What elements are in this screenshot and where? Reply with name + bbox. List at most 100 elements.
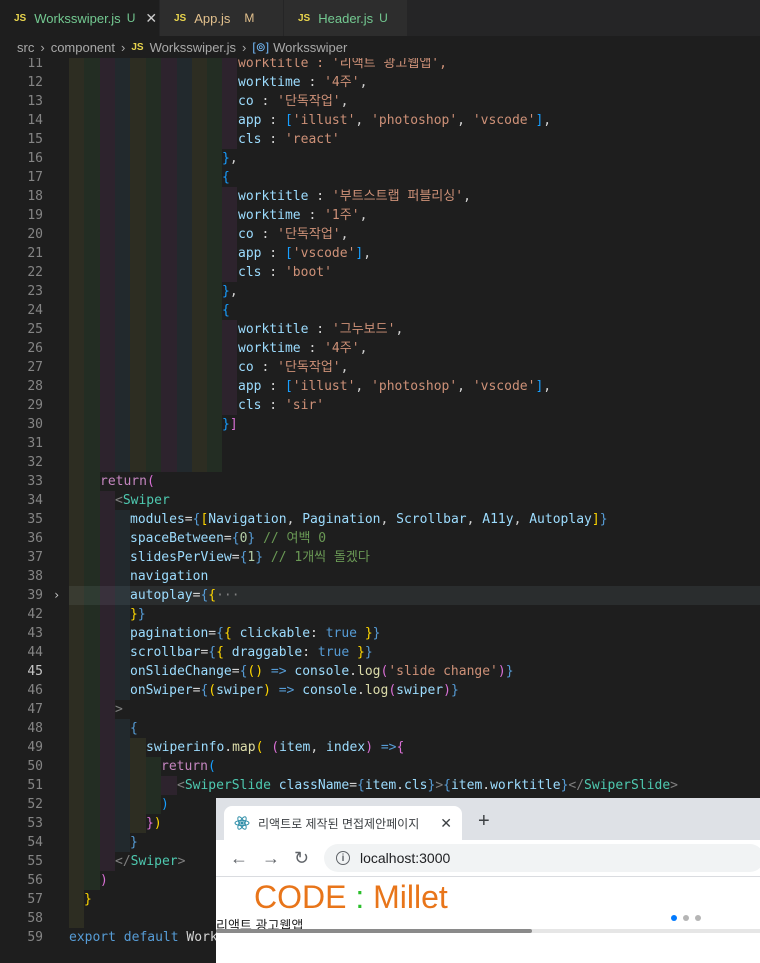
code-token: . <box>482 778 491 793</box>
code-token: ] <box>229 417 238 432</box>
code-line[interactable]: 25 worktitle : '그누보드', <box>0 320 760 339</box>
code-token: ( <box>208 683 217 698</box>
indent-guide <box>222 339 237 358</box>
code-line[interactable]: 26 worktime : '4주', <box>0 339 760 358</box>
code-token: : <box>253 360 278 375</box>
code-token: Swiper <box>122 493 170 508</box>
close-icon[interactable]: ✕ <box>145 10 157 27</box>
code-line[interactable]: 45 onSlideChange={() => console.log('slid… <box>0 662 760 681</box>
scrollbar-thumb[interactable] <box>216 929 532 933</box>
tab-label: Header.js <box>318 10 374 26</box>
indent-guide <box>84 244 100 263</box>
pagination-dot[interactable] <box>671 915 677 921</box>
code-line[interactable]: 22 cls : 'boot' <box>0 263 760 282</box>
indent-guide <box>115 529 130 548</box>
code-line[interactable]: 31 <box>0 434 760 453</box>
code-line[interactable]: 14 app : ['illust', 'photoshop', 'vscode'… <box>0 111 760 130</box>
code-line[interactable]: 35 modules={[Navigation, Pagination, Scro… <box>0 510 760 529</box>
code-line[interactable]: 44 scrollbar={{ draggable: true }} <box>0 643 760 662</box>
code-line[interactable]: 36 spaceBetween={0} // 여백 0 <box>0 529 760 548</box>
line-number: 22 <box>27 265 43 280</box>
close-icon[interactable]: ✕ <box>440 815 452 832</box>
line-number: 38 <box>27 569 43 584</box>
code-line[interactable]: 19 worktime : '1주', <box>0 206 760 225</box>
code-line[interactable]: 43 pagination={{ clickable: true }} <box>0 624 760 643</box>
indent-guide <box>130 814 146 833</box>
code-token: 'sir' <box>284 398 325 413</box>
indent-guide <box>84 510 100 529</box>
code-line[interactable]: 20 co : '단독작업', <box>0 225 760 244</box>
indent-guide <box>100 795 115 814</box>
code-line[interactable]: 24 { <box>0 301 760 320</box>
code-token: swiper <box>396 683 444 698</box>
editor-tab[interactable]: JS Header.js U <box>284 0 408 36</box>
breadcrumb-src[interactable]: src <box>17 40 34 55</box>
indent-guide <box>115 92 130 111</box>
indent-guide <box>192 92 207 111</box>
site-logo[interactable]: CODE : Millet <box>254 879 448 916</box>
line-number: 35 <box>27 512 43 527</box>
browser-tab[interactable]: 리액트로 제작된 면접제안페이지 ✕ <box>224 806 462 840</box>
code-line[interactable]: 18 worktitle : '부트스트랩 퍼블리싱', <box>0 187 760 206</box>
new-tab-button[interactable]: + <box>478 810 490 833</box>
breadcrumb-symbol[interactable]: Worksswiper <box>273 40 347 55</box>
code-line[interactable]: 34 <Swiper <box>0 491 760 510</box>
code-line[interactable]: 13 co : '단독작업', <box>0 92 760 111</box>
code-token: , <box>229 284 238 299</box>
fold-chevron-icon[interactable]: › <box>53 586 60 605</box>
code-line[interactable]: 28 app : ['illust', 'photoshop', 'vscode'… <box>0 377 760 396</box>
code-line[interactable]: 12 worktime : '4주', <box>0 73 760 92</box>
code-token: spaceBetween <box>130 531 224 546</box>
breadcrumb-file[interactable]: Worksswiper.js <box>150 40 236 55</box>
editor-tab[interactable]: JS App.js M <box>160 0 284 36</box>
code-line[interactable]: 51 <SwiperSlide className={item.cls}>{ite… <box>0 776 760 795</box>
address-bar[interactable]: i localhost:3000 <box>324 844 760 872</box>
code-token: worktitle <box>238 189 309 204</box>
symbol-icon: [⊚] <box>252 40 270 54</box>
code-token: . <box>224 740 233 755</box>
pagination-dot[interactable] <box>695 915 701 921</box>
code-line[interactable]: 30}] <box>0 415 760 434</box>
code-line[interactable]: 38 navigation <box>0 567 760 586</box>
code-token: clickable <box>239 626 311 641</box>
indent-guide <box>84 377 100 396</box>
code-token: log <box>364 683 389 698</box>
info-icon[interactable]: i <box>336 851 350 865</box>
code-line[interactable]: 32 <box>0 453 760 472</box>
code-line[interactable]: 42}} <box>0 605 760 624</box>
code-line[interactable]: 46 onSwiper={(swiper) => console.log(swip… <box>0 681 760 700</box>
code-line[interactable]: 16}, <box>0 149 760 168</box>
editor-tab[interactable]: JS Worksswiper.js U ✕ <box>0 0 160 36</box>
code-line[interactable]: 49 swiperinfo.map( (item, index) =>{ <box>0 738 760 757</box>
indent-guide <box>100 58 115 73</box>
reload-icon[interactable]: ↻ <box>294 848 309 869</box>
indent-guide <box>146 320 161 339</box>
code-line[interactable]: 50 return( <box>0 757 760 776</box>
forward-arrow-icon[interactable]: → <box>262 848 280 869</box>
code-line[interactable]: 21 app : ['vscode'], <box>0 244 760 263</box>
code-line[interactable]: 37 slidesPerView={1} // 1개씩 돌겠다 <box>0 548 760 567</box>
indent-guide <box>84 624 100 643</box>
pagination-dot[interactable] <box>683 915 689 921</box>
code-line[interactable]: 39 › autoplay={{··· <box>0 586 760 605</box>
code-line[interactable]: 11 worktitle : '리액트 광고웹앱', <box>0 58 760 73</box>
code-line[interactable]: 23}, <box>0 282 760 301</box>
code-token: 'illust' <box>292 379 356 394</box>
code-line[interactable]: 48 { <box>0 719 760 738</box>
back-arrow-icon[interactable]: ← <box>230 848 248 869</box>
code-line[interactable]: 47 > <box>0 700 760 719</box>
swiper-scrollbar[interactable] <box>216 929 760 933</box>
code-line[interactable]: 17 { <box>0 168 760 187</box>
js-file-icon: JS <box>174 12 187 24</box>
code-line[interactable]: 33 return( <box>0 472 760 491</box>
indent-guide <box>161 320 177 339</box>
code-token: < <box>177 778 185 793</box>
code-token: 'photoshop' <box>371 379 458 394</box>
breadcrumb-component[interactable]: component <box>51 40 115 55</box>
code-line[interactable]: 15 cls : 'react' <box>0 130 760 149</box>
indent-guide <box>161 92 177 111</box>
code-line[interactable]: 27 co : '단독작업', <box>0 358 760 377</box>
indent-guide <box>161 776 177 795</box>
code-line[interactable]: 29 cls : 'sir' <box>0 396 760 415</box>
indent-guide <box>192 111 207 130</box>
